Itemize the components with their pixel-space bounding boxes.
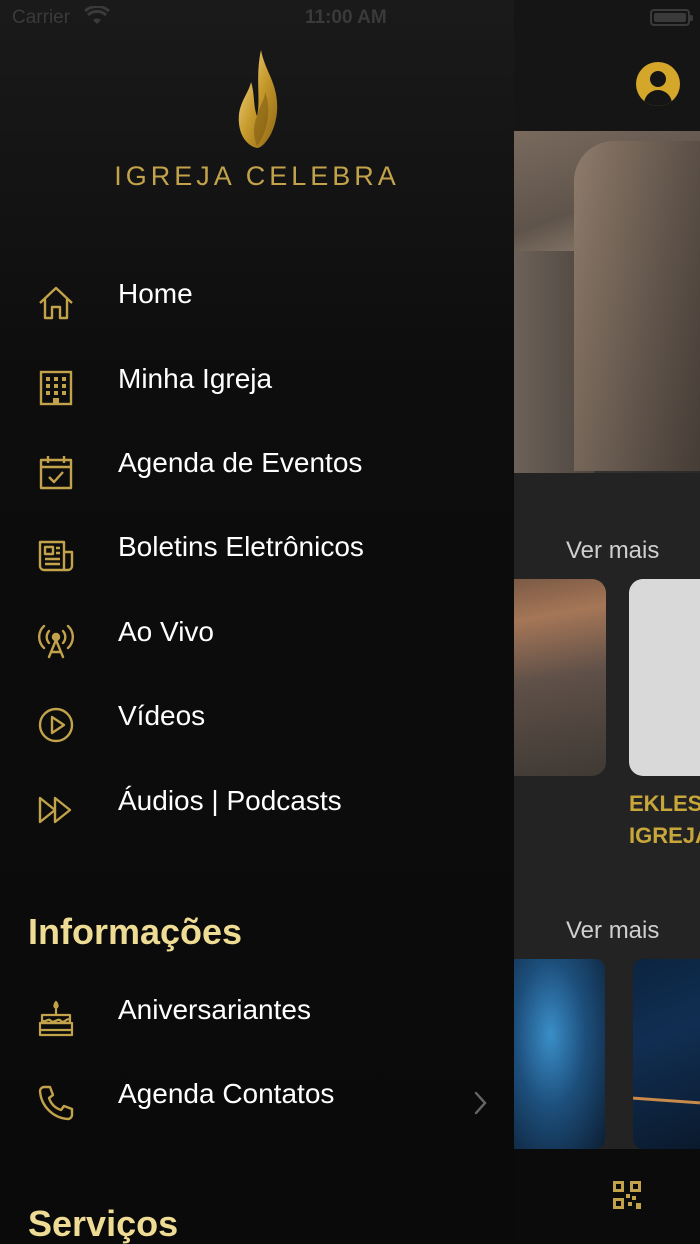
calendar-check-icon xyxy=(39,456,73,490)
menu-item-ao-vivo[interactable]: Ao Vivo xyxy=(0,606,514,676)
building-icon xyxy=(39,370,73,406)
status-bar: Carrier 11:00 AM xyxy=(0,0,700,36)
wifi-icon xyxy=(84,6,110,24)
hero-banner[interactable] xyxy=(514,131,700,473)
flame-logo-icon xyxy=(238,50,278,148)
profile-avatar-icon[interactable] xyxy=(636,62,680,106)
menu-item-label: Minha Igreja xyxy=(118,363,273,394)
navigation-drawer: IGREJA CELEBRA Home Minha Igreja Agenda … xyxy=(0,0,514,1244)
menu-item-agenda-contatos[interactable]: Agenda Contatos xyxy=(0,1068,514,1138)
broadcast-icon xyxy=(38,624,74,659)
home-icon xyxy=(39,286,73,320)
menu-item-audios-podcasts[interactable]: Áudios | Podcasts xyxy=(0,775,514,845)
fast-forward-icon xyxy=(38,796,72,824)
menu-item-label: Aniversariantes xyxy=(118,994,311,1025)
card-caption-line: EKLESI xyxy=(629,791,700,816)
church-logo: IGREJA CELEBRA xyxy=(0,50,514,200)
phone-icon xyxy=(38,1085,74,1121)
play-circle-icon xyxy=(38,707,74,743)
carrier-label: Carrier xyxy=(12,7,71,28)
bottom-tab-bar xyxy=(514,1149,700,1244)
menu-item-label: Vídeos xyxy=(118,700,206,731)
cake-icon xyxy=(38,1000,74,1037)
section-title-servicos: Serviços xyxy=(28,1203,179,1244)
video-card[interactable] xyxy=(514,959,605,1149)
menu-item-label: Ao Vivo xyxy=(118,616,214,647)
menu-item-videos[interactable]: Vídeos xyxy=(0,690,514,760)
battery-icon xyxy=(650,9,693,26)
menu-item-label: Home xyxy=(118,278,193,309)
clock: 11:00 AM xyxy=(305,7,387,28)
card-caption-line: IGREJA xyxy=(629,823,700,848)
menu-item-label: Áudios | Podcasts xyxy=(118,785,342,816)
brand-name: IGREJA CELEBRA xyxy=(114,161,400,191)
menu-item-label: Agenda Contatos xyxy=(118,1078,335,1109)
menu-item-home[interactable]: Home xyxy=(0,268,514,338)
video-card[interactable] xyxy=(632,959,700,1149)
section-title-informacoes: Informações xyxy=(28,911,243,952)
menu-item-aniversariantes[interactable]: Aniversariantes xyxy=(0,984,514,1054)
ver-mais-link[interactable]: Ver mais xyxy=(566,537,659,565)
qr-code-icon[interactable] xyxy=(613,1181,641,1209)
menu-item-label: Agenda de Eventos xyxy=(118,447,363,478)
menu-item-label: Boletins Eletrônicos xyxy=(118,531,364,562)
content-card[interactable] xyxy=(514,579,606,776)
ver-mais-link[interactable]: Ver mais xyxy=(566,917,659,945)
menu-item-agenda-eventos[interactable]: Agenda de Eventos xyxy=(0,437,514,507)
content-card[interactable] xyxy=(629,579,700,776)
menu-item-boletins[interactable]: Boletins Eletrônicos xyxy=(0,521,514,591)
card-caption: EKLESI IGREJA xyxy=(629,788,700,852)
chevron-right-icon xyxy=(474,1091,487,1115)
newspaper-icon xyxy=(38,540,74,572)
menu-item-minha-igreja[interactable]: Minha Igreja xyxy=(0,353,514,423)
